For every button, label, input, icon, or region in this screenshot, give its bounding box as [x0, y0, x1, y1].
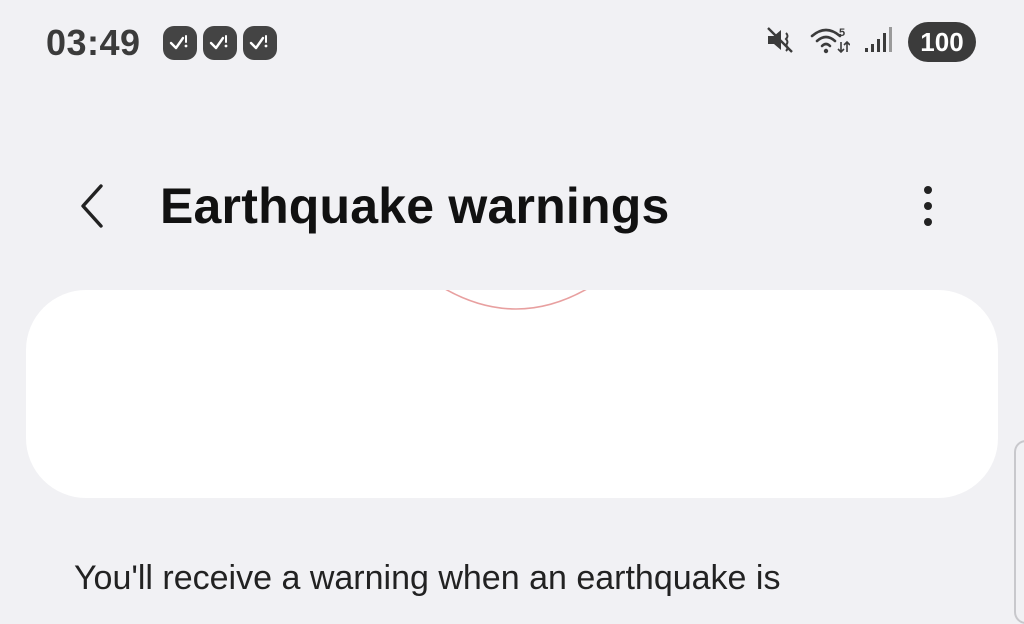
app-header: Earthquake warnings	[0, 160, 1024, 260]
more-vertical-icon	[922, 184, 934, 233]
status-clock: 03:49	[46, 22, 141, 63]
check-question-badge-icon	[203, 26, 237, 60]
chevron-left-icon	[77, 182, 107, 235]
status-indicators: 5 100	[764, 22, 976, 62]
check-question-badge-icon	[243, 26, 277, 60]
status-bar: 03:49 5 100	[0, 0, 1024, 90]
svg-text:5: 5	[839, 27, 845, 39]
description-text: You'll receive a warning when an earthqu…	[74, 559, 781, 597]
notification-icons	[163, 26, 277, 60]
vibrate-mute-icon	[764, 24, 796, 61]
scroll-indicator[interactable]	[1014, 440, 1024, 624]
wifi-5g-icon: 5	[810, 24, 851, 61]
check-question-badge-icon	[163, 26, 197, 60]
ripple-arc-icon	[445, 290, 587, 310]
more-options-button[interactable]	[898, 178, 958, 238]
signal-bars-icon	[864, 26, 894, 59]
back-button[interactable]	[62, 178, 122, 238]
warning-illustration-card	[26, 290, 998, 498]
battery-indicator: 100	[908, 22, 976, 62]
page-title: Earthquake warnings	[160, 178, 670, 234]
